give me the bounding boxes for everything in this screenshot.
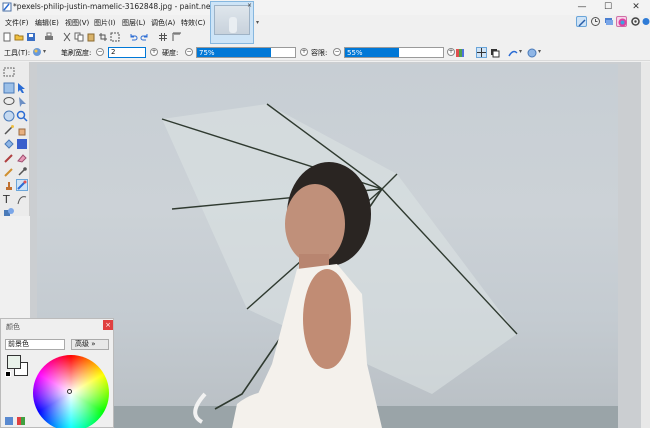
layer-sampling-icon[interactable] bbox=[527, 48, 537, 58]
ruler-icon[interactable] bbox=[172, 32, 182, 42]
redo-icon[interactable] bbox=[140, 32, 150, 42]
hardness-increase-button[interactable]: + bbox=[300, 48, 308, 56]
maximize-button[interactable]: ☐ bbox=[598, 0, 618, 15]
colors-panel-close-button[interactable]: × bbox=[103, 320, 113, 330]
pencil-tool-icon[interactable] bbox=[3, 166, 15, 178]
image-thumbnail bbox=[214, 5, 250, 35]
paintbrush-tool-icon[interactable] bbox=[3, 152, 15, 164]
fill-label: 容限: bbox=[311, 49, 328, 57]
color-wheel[interactable] bbox=[33, 355, 109, 428]
tool-dropdown-chevron-icon[interactable]: ▾ bbox=[43, 48, 46, 55]
lasso-tool-icon[interactable] bbox=[3, 96, 15, 108]
recolor-tool-icon[interactable] bbox=[16, 179, 28, 191]
new-image-icon[interactable] bbox=[2, 32, 12, 42]
antialias-on-icon[interactable] bbox=[476, 47, 487, 58]
primary-color-swatch[interactable] bbox=[7, 355, 21, 369]
active-tool-icon[interactable] bbox=[32, 47, 42, 57]
palette-swatch-icon[interactable] bbox=[17, 417, 25, 425]
fill-increase-button[interactable]: + bbox=[447, 48, 455, 56]
pan-tool-icon[interactable] bbox=[16, 124, 28, 136]
move-selection-tool-icon[interactable] bbox=[16, 82, 28, 94]
image-tab[interactable]: × bbox=[210, 1, 254, 44]
hardness-label: 硬度: bbox=[162, 49, 179, 57]
line-curve-tool-icon[interactable] bbox=[16, 194, 28, 206]
tab-close-button[interactable]: × bbox=[247, 2, 252, 9]
image-canvas[interactable] bbox=[37, 64, 618, 428]
fill-decrease-button[interactable]: − bbox=[333, 48, 341, 56]
print-icon[interactable] bbox=[44, 32, 54, 42]
settings-gear-icon[interactable] bbox=[630, 16, 641, 27]
menu-file[interactable]: 文件(F) bbox=[5, 18, 29, 28]
tab-list-dropdown[interactable]: ▾ bbox=[256, 19, 259, 26]
zoom-tool-icon[interactable] bbox=[16, 110, 28, 122]
open-folder-icon[interactable] bbox=[14, 32, 24, 42]
paste-icon[interactable] bbox=[86, 32, 96, 42]
menu-edit[interactable]: 编辑(E) bbox=[35, 18, 59, 28]
rectangle-select-tool-icon[interactable] bbox=[3, 66, 15, 78]
brush-width-decrease-button[interactable]: − bbox=[96, 48, 104, 56]
menu-view[interactable]: 视图(V) bbox=[65, 18, 89, 28]
gradient-tool-icon[interactable] bbox=[16, 138, 28, 150]
colors-panel-title: 颜色 bbox=[6, 323, 20, 331]
close-button[interactable]: ✕ bbox=[626, 0, 646, 15]
layers-window-icon[interactable] bbox=[603, 16, 614, 27]
deselect-icon[interactable] bbox=[110, 32, 120, 42]
paintnet-app-icon bbox=[2, 2, 12, 12]
more-colors-button[interactable]: 高级 » bbox=[71, 339, 109, 350]
hardness-decrease-button[interactable]: − bbox=[185, 48, 193, 56]
tool-label: 工具(T): bbox=[4, 49, 31, 57]
thumbnail-figure bbox=[229, 17, 237, 33]
history-window-icon[interactable] bbox=[590, 16, 601, 27]
title-bar: *pexels-philip-justin-mamelic-3162848.jp… bbox=[0, 0, 650, 15]
sampling-dropdown-chevron-icon[interactable]: ▾ bbox=[519, 48, 522, 55]
help-icon[interactable] bbox=[642, 16, 650, 27]
colors-panel: 颜色 × 前景色 高级 » bbox=[0, 318, 114, 428]
hardness-slider[interactable]: 75% bbox=[196, 47, 296, 58]
grid-icon[interactable] bbox=[158, 32, 168, 42]
menu-image[interactable]: 图片(I) bbox=[94, 18, 116, 28]
fill-value: 55% bbox=[347, 49, 363, 57]
tools-panel: T bbox=[0, 62, 30, 216]
ellipse-select-tool-icon[interactable] bbox=[3, 110, 15, 122]
menu-effects[interactable]: 特效(C) bbox=[181, 18, 205, 28]
brush-width-label: 笔刷宽度: bbox=[61, 49, 92, 57]
move-selection-alt-icon[interactable] bbox=[16, 96, 28, 108]
hardness-value: 75% bbox=[199, 49, 215, 57]
window-title: *pexels-philip-justin-mamelic-3162848.jp… bbox=[13, 2, 240, 11]
brush-width-increase-button[interactable]: + bbox=[150, 48, 158, 56]
sampling-mode-icon[interactable] bbox=[508, 48, 518, 58]
vertical-scrollbar[interactable] bbox=[641, 62, 650, 428]
brush-width-input[interactable]: 2 bbox=[108, 47, 146, 58]
palette-menu-icon[interactable] bbox=[5, 417, 13, 425]
fill-slider[interactable]: 55% bbox=[344, 47, 444, 58]
default-colors-icon[interactable] bbox=[5, 371, 11, 377]
paint-bucket-tool-icon[interactable] bbox=[3, 138, 15, 150]
alpha-blending-icon[interactable] bbox=[490, 48, 500, 58]
text-tool-icon[interactable]: T bbox=[3, 194, 15, 206]
primary-color-select[interactable]: 前景色 bbox=[5, 339, 65, 350]
clone-stamp-tool-icon[interactable] bbox=[3, 180, 15, 192]
photo-content bbox=[37, 103, 618, 428]
menu-bar: 文件(F) 编辑(E) 视图(V) 图片(I) 图层(L) 调色(A) 特效(C… bbox=[0, 15, 208, 30]
cut-icon[interactable] bbox=[62, 32, 72, 42]
menu-layers[interactable]: 图层(L) bbox=[122, 18, 145, 28]
main-toolbar bbox=[0, 30, 208, 44]
tools-window-toggle-icon[interactable] bbox=[576, 16, 587, 27]
minimize-button[interactable]: — bbox=[572, 0, 592, 15]
eraser-tool-icon[interactable] bbox=[16, 152, 28, 164]
copy-icon[interactable] bbox=[74, 32, 84, 42]
tool-options-bar: 工具(T): ▾ 笔刷宽度: − 2 + 硬度: − 75% + 容限: − 5… bbox=[0, 44, 650, 61]
color-picker-tool-icon[interactable] bbox=[16, 166, 28, 178]
blend-mode-icon[interactable] bbox=[455, 48, 465, 58]
magic-wand-tool-icon[interactable] bbox=[3, 124, 15, 136]
layer-sampling-chevron-icon[interactable]: ▾ bbox=[538, 48, 541, 55]
save-icon[interactable] bbox=[26, 32, 36, 42]
move-selected-tool-icon[interactable] bbox=[3, 82, 15, 94]
menu-adjustments[interactable]: 调色(A) bbox=[151, 18, 175, 28]
undo-icon[interactable] bbox=[128, 32, 138, 42]
colors-window-icon[interactable] bbox=[616, 16, 627, 27]
crop-to-selection-icon[interactable] bbox=[98, 32, 108, 42]
shapes-tool-icon[interactable] bbox=[3, 206, 15, 218]
color-wheel-cursor bbox=[67, 389, 72, 394]
